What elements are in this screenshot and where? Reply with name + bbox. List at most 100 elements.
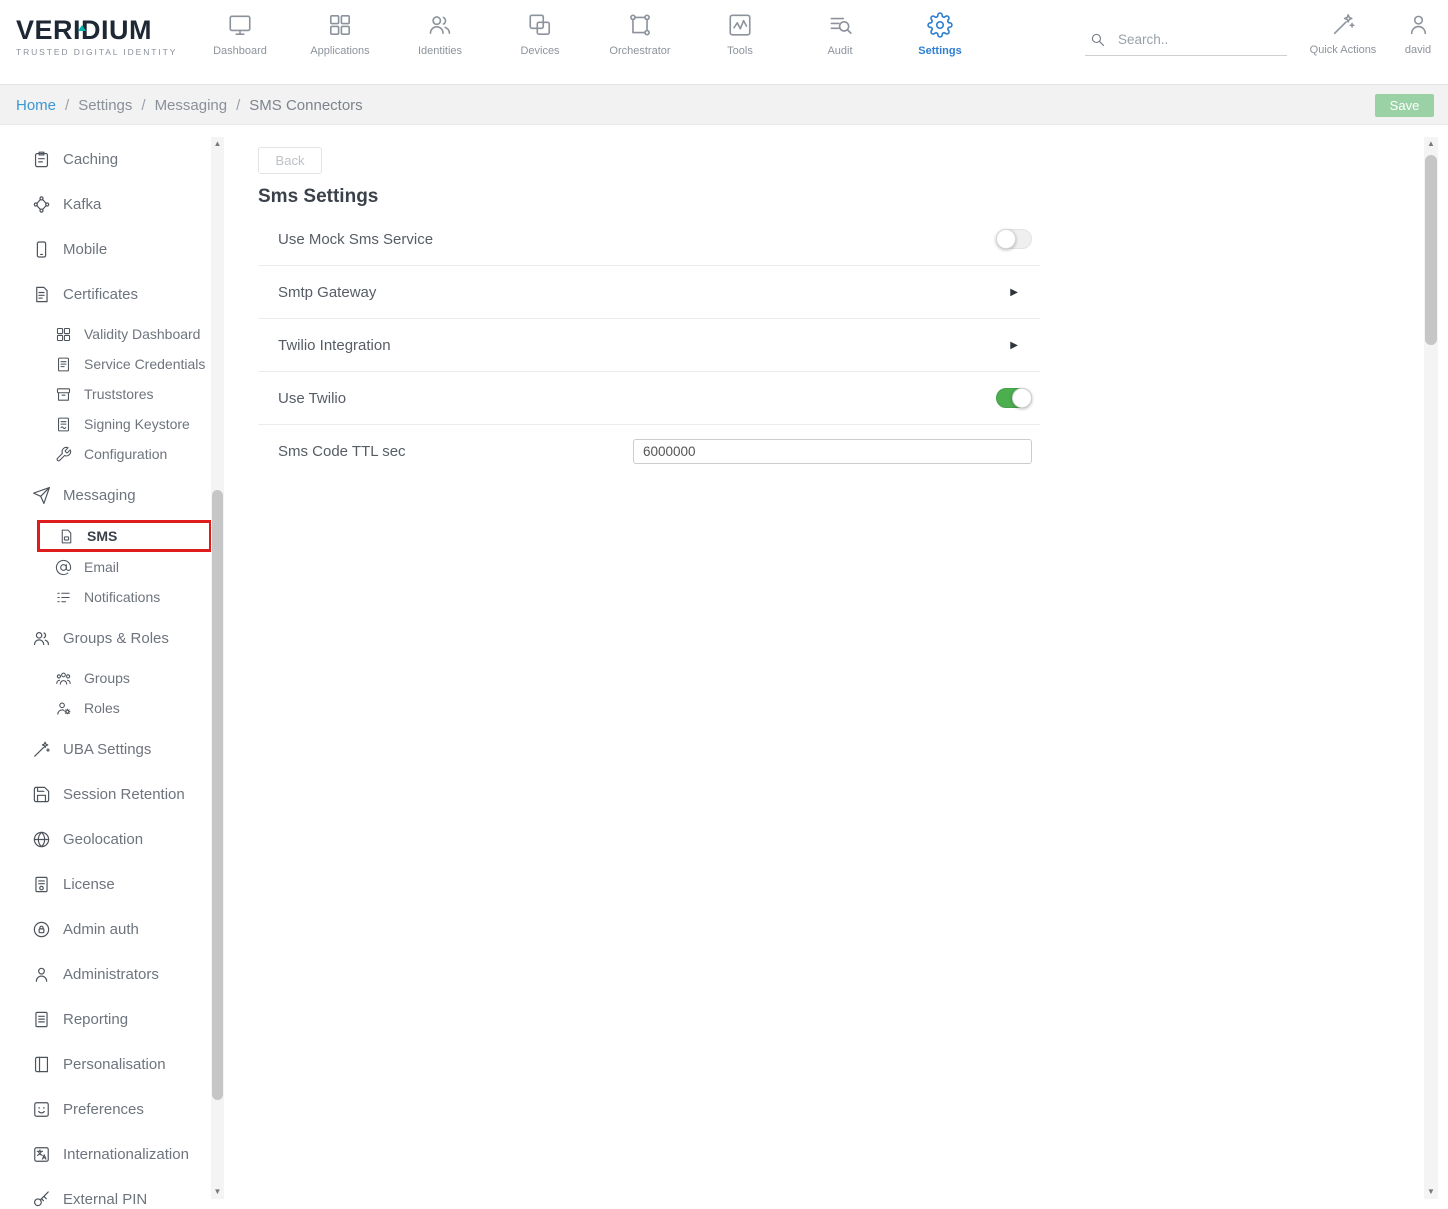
nav-item-devices[interactable]: Devices — [490, 12, 590, 57]
scroll-up-arrow-icon[interactable]: ▲ — [1424, 137, 1438, 151]
search-input[interactable] — [1118, 32, 1278, 47]
sidebar-item-sms[interactable]: SMS — [37, 520, 212, 552]
breadcrumb: Home/Settings/Messaging/SMS Connectors — [16, 85, 363, 126]
wand-icon — [1331, 12, 1356, 37]
sidebar-item-label: Messaging — [63, 487, 136, 504]
sidebar-item-administrators[interactable]: Administrators — [0, 952, 225, 997]
audit-icon — [827, 12, 853, 38]
sidebar-item-messaging[interactable]: Messaging — [0, 473, 225, 518]
nav-item-audit[interactable]: Audit — [790, 12, 890, 57]
sidebar-item-groups-roles[interactable]: Groups & Roles — [0, 616, 225, 661]
sidebar-item-internationalization[interactable]: Internationalization — [0, 1132, 225, 1177]
nav-label: Applications — [310, 45, 369, 57]
sidebar-item-personalisation[interactable]: Personalisation — [0, 1042, 225, 1087]
sidebar-item-label: Geolocation — [63, 831, 143, 848]
row-label: Use Mock Sms Service — [278, 231, 433, 248]
sidebar-item-geolocation[interactable]: Geolocation — [0, 817, 225, 862]
user-menu[interactable]: david — [1392, 12, 1444, 56]
sidebar-item-license[interactable]: License — [0, 862, 225, 907]
sidebar-item-label: Internationalization — [63, 1146, 189, 1163]
sidebar-item-kafka[interactable]: Kafka — [0, 182, 225, 227]
sidebar-item-service-credentials[interactable]: Service Credentials — [37, 349, 212, 379]
use-mock-sms-service-toggle[interactable] — [996, 229, 1032, 249]
quick-actions-button[interactable]: Quick Actions — [1303, 12, 1383, 56]
sidebar-item-label: Admin auth — [63, 921, 139, 938]
settings-row-twilio-integration: Twilio Integration▶ — [258, 319, 1040, 372]
network-icon — [32, 195, 51, 214]
sidebar-item-truststores[interactable]: Truststores — [37, 379, 212, 409]
nav-item-identities[interactable]: Identities — [390, 12, 490, 57]
sidebar-item-label: Groups — [84, 670, 130, 686]
sidebar-item-roles[interactable]: Roles — [37, 693, 212, 723]
sidebar-item-notifications[interactable]: Notifications — [37, 582, 212, 612]
sidebar-item-label: Notifications — [84, 589, 160, 605]
page-title: Sms Settings — [258, 186, 1358, 208]
sidebar-item-admin-auth[interactable]: Admin auth — [0, 907, 225, 952]
sidebar-item-label: Signing Keystore — [84, 416, 190, 432]
sidebar-item-uba-settings[interactable]: UBA Settings — [0, 727, 225, 772]
scroll-down-arrow-icon[interactable]: ▼ — [1424, 1185, 1438, 1199]
sidebar-scrollbar[interactable]: ▲ ▼ — [211, 137, 224, 1199]
archive-icon — [55, 386, 72, 403]
use-twilio-toggle[interactable] — [996, 388, 1032, 408]
sidebar-item-preferences[interactable]: Preferences — [0, 1087, 225, 1132]
sidebar-item-session-retention[interactable]: Session Retention — [0, 772, 225, 817]
grid-icon — [327, 12, 353, 38]
sms-code-ttl-sec-input[interactable] — [633, 439, 1032, 464]
nav-item-tools[interactable]: Tools — [690, 12, 790, 57]
sidebar-item-mobile[interactable]: Mobile — [0, 227, 225, 272]
search-box — [1085, 24, 1287, 56]
nav-item-settings[interactable]: Settings — [890, 12, 990, 57]
sidebar-item-label: Configuration — [84, 446, 167, 462]
save-button[interactable]: Save — [1375, 94, 1434, 117]
monitor-icon — [227, 12, 253, 38]
sidebar-item-validity-dashboard[interactable]: Validity Dashboard — [37, 319, 212, 349]
breadcrumb-item-messaging[interactable]: Messaging — [155, 97, 228, 114]
expand-arrow-icon[interactable]: ▶ — [1010, 287, 1018, 298]
breadcrumb-item-sms-connectors: SMS Connectors — [249, 97, 362, 114]
logo-tagline: TRUSTED DIGITAL IDENTITY — [16, 47, 177, 57]
sidebar-item-label: SMS — [87, 528, 117, 544]
sidebar-item-certificates[interactable]: Certificates — [0, 272, 225, 317]
person-gear-icon — [55, 700, 72, 717]
certificate-icon — [32, 285, 51, 304]
orchestrator-icon — [627, 12, 653, 38]
breadcrumb-bar: Home/Settings/Messaging/SMS Connectors S… — [0, 84, 1448, 125]
back-button[interactable]: Back — [258, 147, 322, 174]
face-card-icon — [32, 1100, 51, 1119]
main-scroll-thumb[interactable] — [1425, 155, 1437, 345]
sidebar-item-label: Personalisation — [63, 1056, 166, 1073]
nav-label: Identities — [418, 45, 462, 57]
veridium-logo[interactable]: VERIDIUM TRUSTED DIGITAL IDENTITY — [16, 15, 177, 57]
sidebar-item-caching[interactable]: Caching — [0, 137, 225, 182]
sidebar-scroll-thumb[interactable] — [212, 490, 223, 1100]
scroll-down-arrow-icon[interactable]: ▼ — [211, 1185, 224, 1199]
top-bar: VERIDIUM TRUSTED DIGITAL IDENTITY Dashbo… — [0, 0, 1448, 84]
main-scrollbar[interactable]: ▲ ▼ — [1424, 137, 1438, 1199]
sidebar-item-label: UBA Settings — [63, 741, 151, 758]
scroll-up-arrow-icon[interactable]: ▲ — [211, 137, 224, 151]
sidebar-item-external-pin[interactable]: External PIN — [0, 1177, 225, 1209]
sidebar-item-label: Caching — [63, 151, 118, 168]
row-label: Use Twilio — [278, 390, 346, 407]
nav-item-dashboard[interactable]: Dashboard — [190, 12, 290, 57]
nav-item-applications[interactable]: Applications — [290, 12, 390, 57]
sidebar-item-signing-keystore[interactable]: Signing Keystore — [37, 409, 212, 439]
wand-icon — [32, 740, 51, 759]
wrench-icon — [55, 446, 72, 463]
settings-row-sms-code-ttl-sec: Sms Code TTL sec — [258, 425, 1040, 478]
sidebar-item-reporting[interactable]: Reporting — [0, 997, 225, 1042]
lock-circle-icon — [32, 920, 51, 939]
people-group-icon — [55, 670, 72, 687]
nav-item-orchestrator[interactable]: Orchestrator — [590, 12, 690, 57]
sidebar-item-email[interactable]: Email — [37, 552, 212, 582]
doc-seal-icon — [32, 875, 51, 894]
breadcrumb-item-settings[interactable]: Settings — [78, 97, 132, 114]
sidebar-item-configuration[interactable]: Configuration — [37, 439, 212, 469]
at-sign-icon — [55, 559, 72, 576]
sidebar-item-groups[interactable]: Groups — [37, 663, 212, 693]
breadcrumb-item-home[interactable]: Home — [16, 97, 56, 114]
expand-arrow-icon[interactable]: ▶ — [1010, 340, 1018, 351]
sidebar-item-label: Email — [84, 559, 119, 575]
save-disk-icon — [32, 785, 51, 804]
